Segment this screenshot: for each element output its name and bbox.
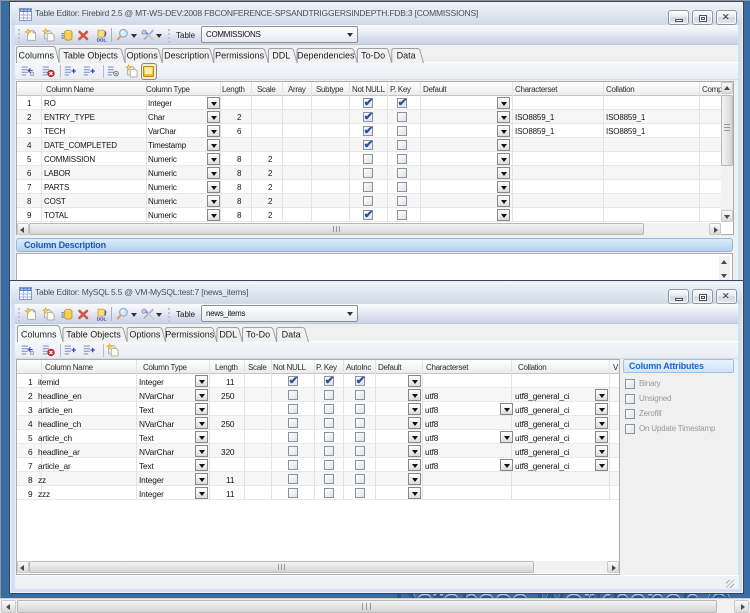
svg-text:Description: Description xyxy=(164,51,209,61)
svg-text:Columns: Columns xyxy=(21,330,57,340)
svg-text:DDL: DDL xyxy=(272,51,290,61)
svg-text:Data: Data xyxy=(397,51,416,61)
svg-text:Dependencies: Dependencies xyxy=(297,51,355,61)
svg-text:To-Do: To-Do xyxy=(361,51,385,61)
svg-text:Options: Options xyxy=(129,330,161,340)
svg-text:Options: Options xyxy=(127,51,159,61)
svg-text:DDL: DDL xyxy=(219,330,237,340)
svg-text:Columns: Columns xyxy=(19,51,55,61)
svg-text:Permissions: Permissions xyxy=(165,330,215,340)
svg-text:Table Objects: Table Objects xyxy=(63,51,118,61)
svg-text:Permissions: Permissions xyxy=(215,51,265,61)
svg-text:To-Do: To-Do xyxy=(246,330,270,340)
svg-text:Data: Data xyxy=(282,330,301,340)
svg-text:Table Objects: Table Objects xyxy=(66,330,121,340)
